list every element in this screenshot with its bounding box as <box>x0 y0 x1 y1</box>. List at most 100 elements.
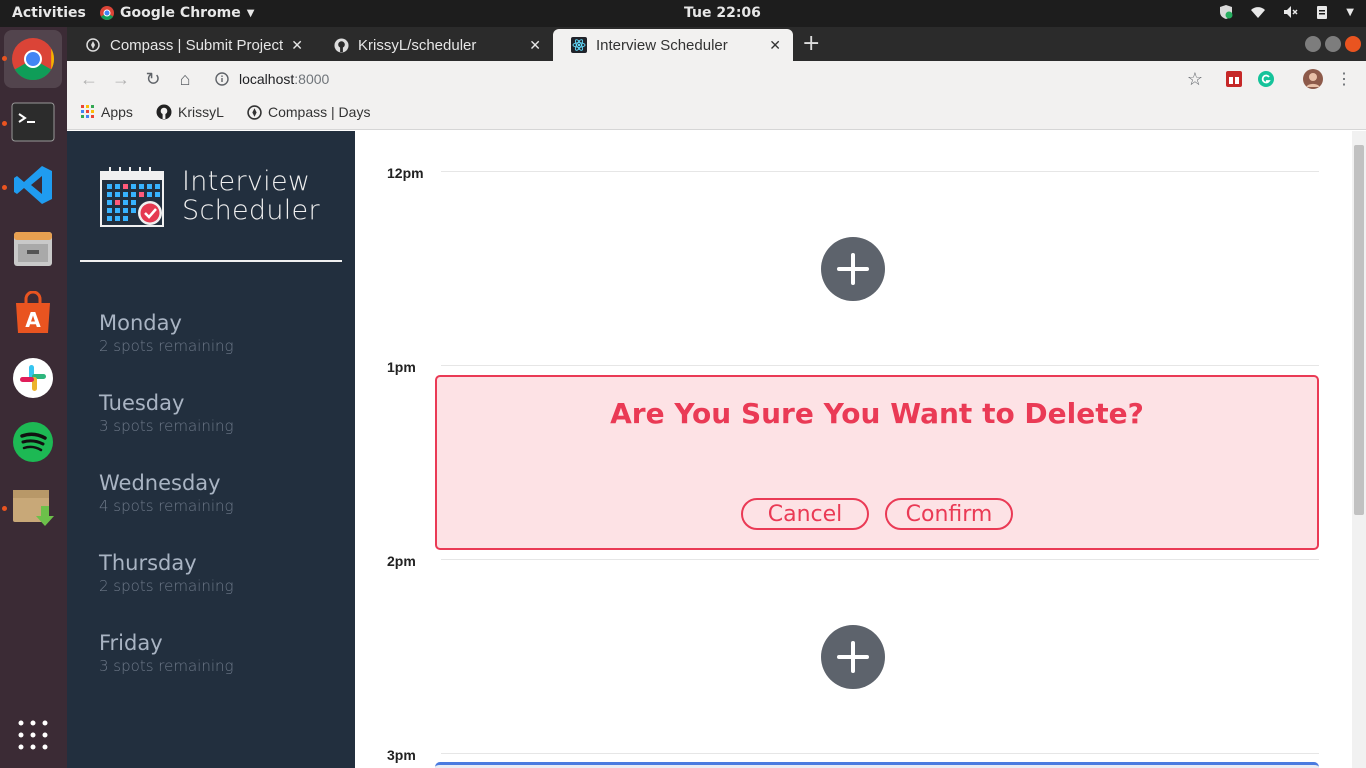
page-scrollbar[interactable] <box>1352 131 1366 768</box>
system-tray[interactable]: ▼ <box>1218 4 1354 20</box>
time-label: 1pm <box>387 359 416 375</box>
day-spots: 2 spots remaining <box>99 337 234 355</box>
time-divider <box>441 171 1319 172</box>
info-icon[interactable] <box>215 72 229 86</box>
bookmark-krissyl[interactable]: KrissyL <box>156 104 224 120</box>
home-icon[interactable]: ⌂ <box>175 69 195 89</box>
tab-title: Interview Scheduler <box>596 36 728 54</box>
grammarly-icon[interactable] <box>1258 71 1274 87</box>
day-name: Tuesday <box>99 391 185 415</box>
bookmark-label: KrissyL <box>178 104 224 120</box>
tab-compass[interactable]: Compass | Submit Project ✕ <box>67 29 315 61</box>
dock-archive-manager[interactable] <box>10 483 56 529</box>
day-list-item-tuesday[interactable]: Tuesday 3 spots remaining <box>99 391 234 435</box>
bookmark-star-icon[interactable]: ☆ <box>1185 69 1205 89</box>
add-appointment-button[interactable] <box>821 237 885 301</box>
tab-title: Compass | Submit Project <box>110 36 284 54</box>
time-divider <box>441 365 1319 366</box>
chevron-down-icon: ▼ <box>246 7 255 19</box>
app-menu[interactable]: Google Chrome ▼ <box>100 5 254 21</box>
bookmark-compass-days[interactable]: Compass | Days <box>247 104 370 120</box>
profile-avatar-icon[interactable] <box>1303 69 1323 89</box>
maximize-window-icon[interactable] <box>1325 36 1341 52</box>
dock-chrome[interactable] <box>4 30 62 88</box>
tab-interview-scheduler[interactable]: Interview Scheduler ✕ <box>553 29 793 61</box>
bookmarks-bar: Apps KrissyL Compass | Days <box>67 97 1366 130</box>
clock[interactable]: Tue 22:06 <box>684 5 761 21</box>
file-cabinet-icon <box>14 232 52 266</box>
dock-terminal[interactable] <box>10 99 56 145</box>
system-top-bar: Activities Google Chrome ▼ Tue 22:06 ▼ <box>0 0 1366 27</box>
address-bar[interactable]: localhost:8000 <box>215 67 1215 91</box>
confirm-button[interactable]: Confirm <box>885 498 1013 530</box>
close-tab-icon[interactable]: ✕ <box>769 37 781 54</box>
schedule: 12pm 1pm Are You Sure You Want to Delete… <box>355 131 1352 768</box>
grid-icon <box>18 720 48 750</box>
github-icon <box>156 104 172 120</box>
calendar-check-icon <box>100 167 164 227</box>
show-applications-button[interactable] <box>10 712 56 758</box>
brand-logo: Interview Scheduler <box>100 167 320 227</box>
new-tab-icon[interactable]: + <box>802 31 820 56</box>
compass-favicon-icon <box>85 37 101 53</box>
brand-title-line1: Interview <box>182 166 311 197</box>
url-host: localhost <box>239 71 295 87</box>
forward-arrow-icon[interactable]: → <box>111 69 131 89</box>
power-menu-chevron-icon[interactable]: ▼ <box>1346 7 1354 18</box>
volume-muted-icon[interactable] <box>1282 4 1298 20</box>
time-divider <box>441 753 1319 754</box>
time-label: 12pm <box>387 165 424 181</box>
day-name: Wednesday <box>99 471 221 495</box>
react-favicon-icon <box>571 37 587 53</box>
reload-icon[interactable]: ↻ <box>143 69 163 89</box>
day-name: Monday <box>99 311 182 335</box>
day-list-item-thursday[interactable]: Thursday 2 spots remaining <box>99 551 234 595</box>
close-window-icon[interactable] <box>1345 36 1361 52</box>
back-arrow-icon[interactable]: ← <box>79 69 99 89</box>
appointment-card[interactable] <box>435 762 1319 768</box>
day-list-item-wednesday[interactable]: Wednesday 4 spots remaining <box>99 471 234 515</box>
sidebar: Interview Scheduler Monday 2 spots remai… <box>67 131 355 768</box>
minimize-window-icon[interactable] <box>1305 36 1321 52</box>
sidebar-divider <box>80 260 342 262</box>
vscode-icon <box>14 166 52 204</box>
day-name: Thursday <box>99 551 197 575</box>
compass-icon <box>247 104 262 120</box>
chrome-icon <box>100 6 114 20</box>
confirm-message: Are You Sure You Want to Delete? <box>610 397 1144 430</box>
shopping-bag-icon: A <box>16 291 50 333</box>
dock-vscode[interactable] <box>10 162 56 208</box>
close-tab-icon[interactable]: ✕ <box>291 37 303 54</box>
tab-title: KrissyL/scheduler <box>358 36 477 54</box>
browser-toolbar: ← → ↻ ⌂ localhost:8000 ☆ ⋮ <box>67 61 1366 97</box>
dock-files[interactable] <box>10 226 56 272</box>
tab-github[interactable]: KrissyL/scheduler ✕ <box>315 29 553 61</box>
menu-kebab-icon[interactable]: ⋮ <box>1334 69 1354 89</box>
day-spots: 4 spots remaining <box>99 497 234 515</box>
app-menu-label: Google Chrome <box>120 5 241 21</box>
time-divider <box>441 559 1319 560</box>
bookmark-apps[interactable]: Apps <box>81 104 133 120</box>
cancel-button[interactable]: Cancel <box>741 498 869 530</box>
brand-title-line2: Scheduler <box>182 195 320 226</box>
dock-spotify[interactable] <box>10 419 56 465</box>
tab-strip: Compass | Submit Project ✕ KrissyL/sched… <box>67 27 1366 61</box>
slack-icon <box>13 358 53 398</box>
wifi-icon[interactable] <box>1250 4 1266 20</box>
shield-icon[interactable] <box>1218 4 1234 20</box>
activities-button[interactable]: Activities <box>12 5 86 21</box>
clipboard-icon[interactable] <box>1314 4 1330 20</box>
day-list-item-monday[interactable]: Monday 2 spots remaining <box>99 311 234 355</box>
time-label: 3pm <box>387 747 416 763</box>
dock-slack[interactable] <box>10 355 56 401</box>
extension-gift-icon[interactable] <box>1226 71 1242 87</box>
scrollbar-thumb[interactable] <box>1354 145 1364 515</box>
spotify-icon <box>13 422 53 462</box>
day-list-item-friday[interactable]: Friday 3 spots remaining <box>99 631 234 675</box>
github-favicon-icon <box>333 37 349 53</box>
svg-text:A: A <box>25 308 41 332</box>
terminal-icon <box>11 102 55 142</box>
add-appointment-button[interactable] <box>821 625 885 689</box>
dock-software-center[interactable]: A <box>10 290 56 336</box>
close-tab-icon[interactable]: ✕ <box>529 37 541 54</box>
